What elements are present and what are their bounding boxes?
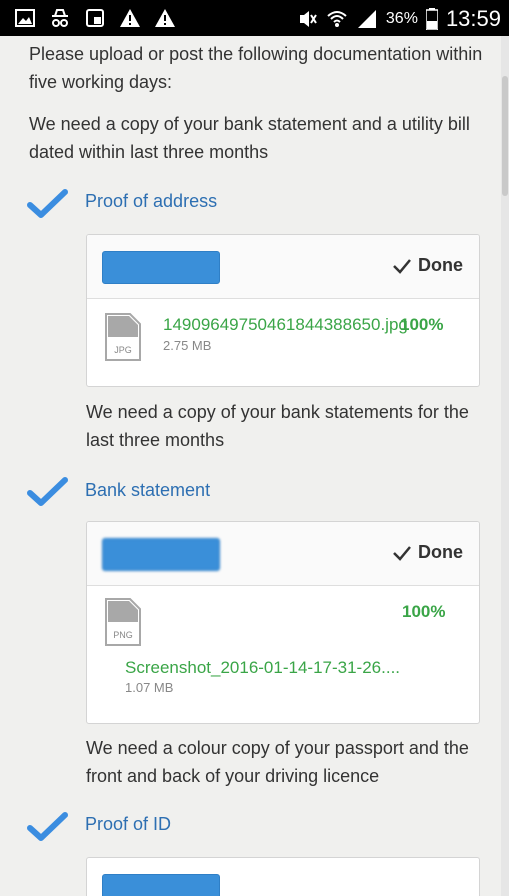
check-icon	[393, 258, 411, 274]
upload-card-proof-of-address: Done JPG 14909649750461844388650.jpg 100…	[86, 234, 480, 387]
warning-icon	[120, 9, 140, 27]
section-description: We need a colour copy of your passport a…	[86, 738, 469, 786]
intro-text: Please upload or post the following docu…	[29, 44, 483, 92]
file-type-label: PNG	[113, 630, 133, 640]
section-label-bank-statement: Bank statement	[85, 480, 211, 500]
upload-documents-page: Please upload or post the following docu…	[0, 36, 501, 896]
status-bar: 36% 13:59	[0, 0, 509, 36]
mute-icon	[299, 11, 317, 27]
section-description: We need a copy of your bank statement an…	[29, 114, 470, 162]
section-label-proof-of-address: Proof of address	[85, 191, 218, 211]
upload-card-header: Done	[87, 522, 479, 586]
warning-icon	[155, 9, 175, 27]
upload-button[interactable]	[102, 538, 220, 571]
done-status: Done	[392, 542, 463, 563]
file-type-label: JPG	[114, 345, 132, 355]
scrollbar[interactable]	[501, 36, 509, 896]
file-name: 14909649750461844388650.jpg	[163, 315, 408, 334]
checkmark-icon	[27, 812, 68, 841]
gallery-icon	[15, 9, 35, 27]
battery-percent: 36%	[385, 10, 418, 27]
upload-card-bank-statement: Done PNG 100% Screenshot_2016-01-14-17-3…	[86, 521, 480, 724]
upload-percent: 100%	[400, 315, 444, 334]
checkmark-icon	[27, 477, 68, 506]
png-file-icon: PNG	[105, 598, 141, 646]
battery-icon	[425, 8, 438, 30]
upload-button[interactable]	[102, 251, 220, 284]
clock: 13:59	[445, 6, 501, 31]
done-label: Done	[418, 542, 463, 562]
section-label-proof-of-id: Proof of ID	[85, 814, 172, 834]
upload-card-proof-of-id	[86, 857, 480, 896]
done-label: Done	[418, 255, 463, 275]
upload-percent: 100%	[402, 602, 446, 621]
done-status: Done	[392, 255, 463, 276]
wifi-icon	[327, 11, 347, 27]
signal-icon	[357, 10, 376, 28]
file-size: 1.07 MB	[125, 680, 174, 695]
screenshot-icon	[86, 9, 104, 27]
jpg-file-icon: JPG	[105, 313, 141, 361]
scroll-thumb[interactable]	[502, 76, 508, 196]
incognito-icon	[52, 9, 68, 27]
file-size: 2.75 MB	[163, 338, 212, 353]
section-description: We need a copy of your bank statements f…	[86, 402, 469, 450]
upload-card-header: Done	[87, 235, 479, 299]
upload-button[interactable]	[102, 874, 220, 896]
check-icon	[393, 545, 411, 561]
checkmark-icon	[27, 189, 68, 218]
file-name: Screenshot_2016-01-14-17-31-26....	[125, 658, 401, 677]
